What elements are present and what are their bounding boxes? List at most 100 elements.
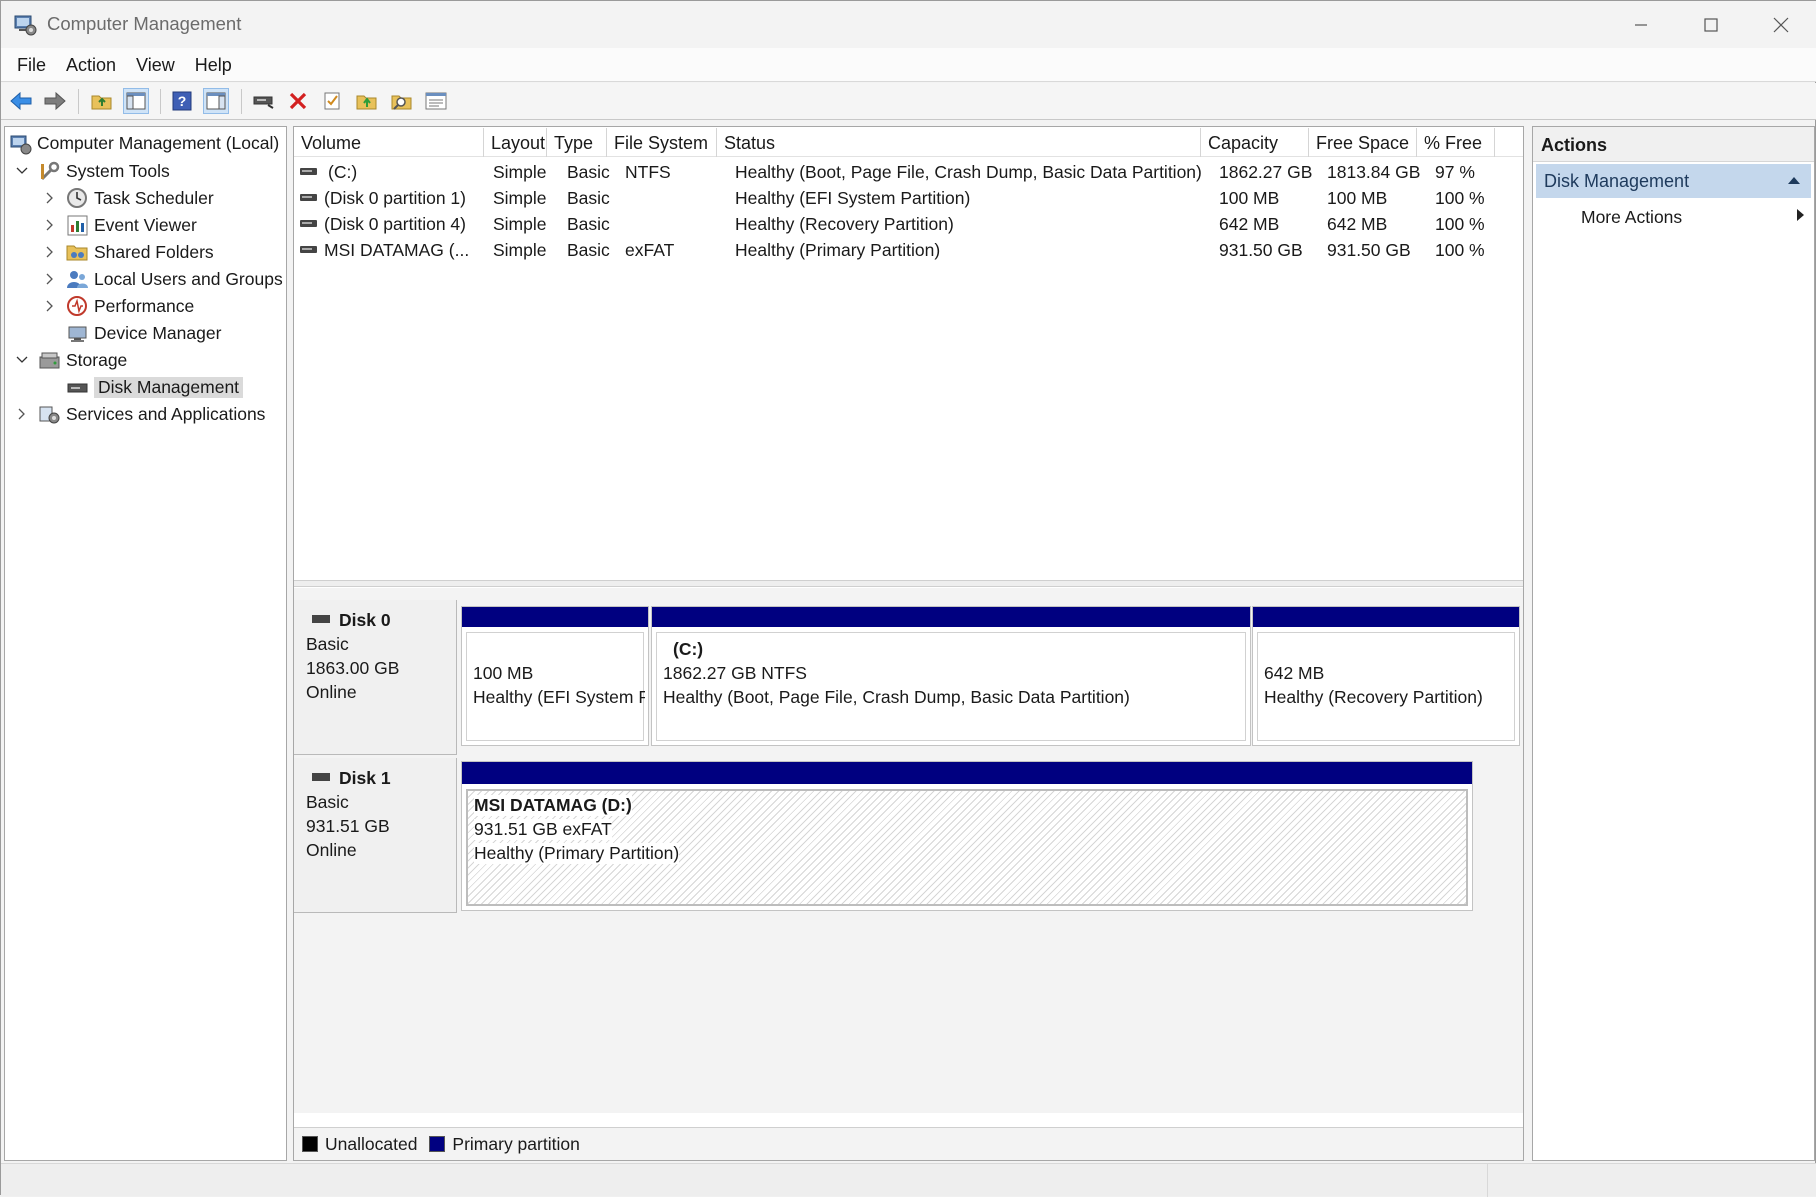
- column-header-capacity[interactable]: Capacity: [1201, 128, 1309, 157]
- users-icon: [67, 270, 88, 288]
- actions-header: Actions: [1533, 127, 1814, 162]
- tree-item-storage[interactable]: Storage: [38, 347, 127, 373]
- tree-label: Storage: [66, 349, 128, 370]
- column-header-type[interactable]: Type: [547, 128, 607, 157]
- tree-label: Services and Applications: [66, 403, 266, 424]
- table-row[interactable]: (Disk 0 partition 1) Simple Basic Health…: [294, 185, 1523, 211]
- toolbar: ?: [1, 83, 1816, 120]
- chevron-down-icon[interactable]: [15, 164, 29, 178]
- close-button[interactable]: [1747, 1, 1815, 48]
- table-row[interactable]: MSI DATAMAG (... Simple Basic exFAT Heal…: [294, 237, 1523, 263]
- disk-1-info[interactable]: Disk 1 Basic 931.51 GB Online: [294, 758, 457, 913]
- chevron-right-icon[interactable]: [15, 407, 29, 421]
- folder-search-icon: [391, 95, 412, 110]
- actions-section-label: Disk Management: [1544, 171, 1690, 191]
- tree-label: Task Scheduler: [94, 187, 214, 208]
- actions-section-disk-management[interactable]: Disk Management: [1536, 164, 1811, 198]
- column-header-volume[interactable]: Volume: [294, 128, 484, 157]
- partition-bar: [462, 762, 1472, 784]
- connect-virtual-disk-button[interactable]: [251, 88, 277, 114]
- export-list-button[interactable]: [354, 88, 380, 114]
- tree-item-system-tools[interactable]: System Tools: [38, 158, 170, 184]
- cell-capacity: 1862.27 GB: [1219, 162, 1313, 182]
- chevron-down-icon[interactable]: [15, 353, 29, 367]
- menu-view[interactable]: View: [126, 48, 185, 82]
- partition-label: (C:): [673, 639, 704, 659]
- partition-status: Healthy (Recovery Partition): [1264, 687, 1483, 707]
- table-row[interactable]: (C:) Simple Basic NTFS Healthy (Boot, Pa…: [294, 159, 1523, 185]
- partition-size: 100 MB: [473, 663, 534, 683]
- delete-button[interactable]: [285, 88, 311, 114]
- show-hide-action-pane-button[interactable]: [203, 88, 229, 114]
- partition-d[interactable]: MSI DATAMAG (D:) 931.51 GB exFAT Healthy…: [461, 761, 1473, 911]
- pane-splitter[interactable]: [294, 580, 1523, 587]
- menu-help[interactable]: Help: [185, 48, 242, 82]
- chevron-right-icon[interactable]: [43, 299, 57, 313]
- folder-up-icon: [91, 95, 112, 110]
- tree-item-services-and-applications[interactable]: Services and Applications: [38, 401, 265, 427]
- cell-volume: MSI DATAMAG (...: [324, 240, 470, 260]
- partition-legend: Unallocated Primary partition: [294, 1127, 1523, 1160]
- back-button[interactable]: [8, 88, 34, 114]
- volume-icon: [300, 168, 317, 175]
- cell-percent-free: 100 %: [1435, 188, 1485, 208]
- partition-size: 642 MB: [1264, 663, 1325, 683]
- tree-item-computer-management[interactable]: Computer Management (Local): [9, 130, 279, 156]
- tree-item-disk-management[interactable]: Disk Management: [66, 374, 244, 400]
- clock-icon: [67, 187, 87, 208]
- chevron-right-icon[interactable]: [43, 218, 57, 232]
- partition-status: Healthy (EFI System P: [473, 687, 645, 707]
- menu-bar: File Action View Help: [1, 48, 1816, 82]
- disk-size: 931.51 GB: [306, 816, 390, 836]
- column-header-file-system[interactable]: File System: [607, 128, 717, 157]
- tree-item-shared-folders[interactable]: Shared Folders: [66, 239, 214, 265]
- menu-action[interactable]: Action: [56, 48, 126, 82]
- show-hide-console-tree-button[interactable]: [123, 88, 149, 114]
- volume-icon: [300, 220, 317, 227]
- help-button[interactable]: ?: [169, 88, 195, 114]
- chevron-right-icon[interactable]: [43, 245, 57, 259]
- column-header-layout[interactable]: Layout: [484, 128, 547, 157]
- cell-free-space: 100 MB: [1327, 188, 1388, 208]
- tree-item-device-manager[interactable]: Device Manager: [66, 320, 221, 346]
- shared-folder-icon: [66, 245, 88, 260]
- action-pane-icon: [206, 92, 226, 110]
- column-header-free-space[interactable]: Free Space: [1309, 128, 1417, 157]
- cell-file-system: exFAT: [625, 240, 675, 260]
- partition-c[interactable]: (C:) 1862.27 GB NTFS Healthy (Boot, Page…: [651, 606, 1251, 746]
- tree-item-task-scheduler[interactable]: Task Scheduler: [66, 185, 214, 211]
- minimize-button[interactable]: [1607, 1, 1675, 48]
- services-icon: [39, 406, 60, 423]
- view-list-button[interactable]: [423, 88, 449, 114]
- disk-0-info[interactable]: Disk 0 Basic 1863.00 GB Online: [294, 600, 457, 755]
- chevron-right-icon[interactable]: [43, 272, 57, 286]
- disk-kind: Basic: [306, 792, 349, 812]
- maximize-button[interactable]: [1677, 1, 1745, 48]
- search-folder-button[interactable]: [389, 88, 415, 114]
- tree-label: Device Manager: [94, 322, 222, 343]
- partition-efi[interactable]: 100 MB Healthy (EFI System P: [461, 606, 649, 746]
- column-header-percent-free[interactable]: % Free: [1417, 128, 1495, 157]
- menu-file[interactable]: File: [7, 48, 56, 82]
- disk-icon: [312, 615, 330, 623]
- more-actions-item[interactable]: More Actions: [1581, 207, 1682, 228]
- cell-free-space: 1813.84 GB: [1327, 162, 1421, 182]
- cell-type: Basic: [567, 162, 610, 182]
- legend-primary: Primary partition: [452, 1133, 580, 1154]
- tree-label: Local Users and Groups: [94, 268, 283, 289]
- chevron-right-icon[interactable]: [43, 191, 57, 205]
- partition-recovery[interactable]: 642 MB Healthy (Recovery Partition): [1252, 606, 1520, 746]
- tree-label-selected: Disk Management: [94, 376, 244, 398]
- tree-item-local-users-and-groups[interactable]: Local Users and Groups: [66, 266, 283, 292]
- column-header-status[interactable]: Status: [717, 128, 1201, 157]
- submenu-arrow-icon: [1797, 209, 1804, 221]
- tree-item-performance[interactable]: Performance: [66, 293, 194, 319]
- tree-label: Event Viewer: [94, 214, 197, 235]
- tree-item-event-viewer[interactable]: Event Viewer: [66, 212, 197, 238]
- cell-volume: (Disk 0 partition 1): [324, 188, 466, 208]
- forward-button[interactable]: [42, 88, 68, 114]
- disk-icon: [253, 96, 274, 109]
- table-row[interactable]: (Disk 0 partition 4) Simple Basic Health…: [294, 211, 1523, 237]
- up-one-level-button[interactable]: [89, 88, 115, 114]
- properties-button[interactable]: [319, 88, 345, 114]
